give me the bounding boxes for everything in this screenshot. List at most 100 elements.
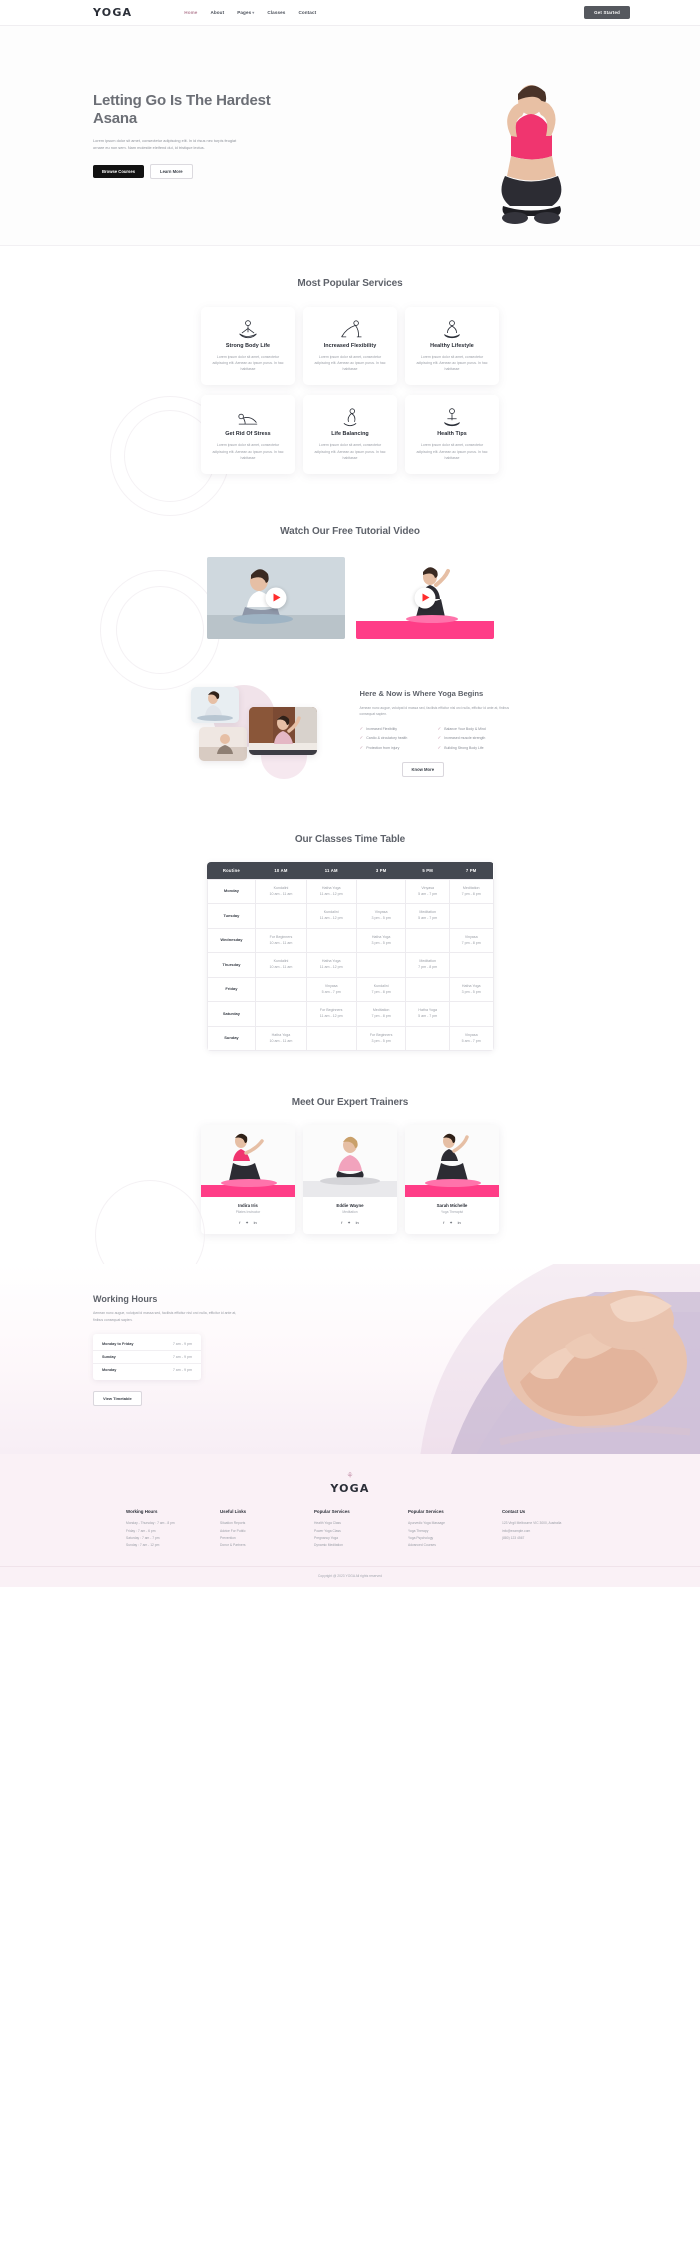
timetable-day: Monday xyxy=(206,878,257,905)
timetable-class-cell[interactable]: Meditation 7 pm - 8 pm xyxy=(405,952,450,978)
timetable-class-cell[interactable]: Kundalini 10 am - 11 am xyxy=(255,952,307,978)
timetable-day: Thursday xyxy=(206,952,257,978)
class-time: 5 am - 7 pm xyxy=(418,1014,438,1018)
service-title: Get Rid Of Stress xyxy=(225,431,271,438)
footer-link[interactable]: Yoga Psychology xyxy=(408,1535,480,1542)
timetable-class-cell[interactable]: For Beginners 3 pm - 5 pm xyxy=(355,1025,407,1052)
timetable-empty-cell xyxy=(448,903,494,929)
footer-link[interactable]: Sunday : 7 am - 12 pm xyxy=(126,1542,198,1549)
timetable-class-cell[interactable]: Vinyasa 5 am - 7 pm xyxy=(405,878,450,905)
hero-section: Letting Go Is The Hardest Asana Lorem ip… xyxy=(0,26,700,246)
footer-link[interactable]: Ayurvedic Yoga Massage xyxy=(408,1520,480,1527)
timetable-class-cell[interactable]: Meditation 5 am - 7 pm xyxy=(405,903,450,929)
get-started-button[interactable]: Get Started xyxy=(584,6,630,19)
footer-link[interactable]: (880) 123 4567 xyxy=(502,1535,574,1542)
col-5pm: 5 PM xyxy=(405,861,450,880)
twitter-icon[interactable]: ✦ xyxy=(449,1220,452,1225)
about-section: Here & Now is Where Yoga Begins Aenean n… xyxy=(0,661,700,812)
trainer-role: Yoga Therapist xyxy=(441,1210,463,1215)
footer-link[interactable]: Saturday : 7 am - 7 pm xyxy=(126,1535,198,1542)
footer-link[interactable]: Advice For Public xyxy=(220,1528,292,1535)
nav-item-classes[interactable]: Classes xyxy=(267,10,285,15)
benefit-item: ✓ Building Strong Body Life xyxy=(437,744,484,750)
class-time: 7 pm - 8 pm xyxy=(461,891,481,896)
facebook-icon[interactable]: f xyxy=(443,1220,444,1225)
trainer-card[interactable]: Eddie Wayne Meditation f ✦ in xyxy=(303,1125,397,1235)
timetable-class-cell[interactable]: For Beginners 10 am - 11 am xyxy=(255,927,307,954)
browse-courses-button[interactable]: Browse Courses xyxy=(93,165,145,179)
timetable-class-cell[interactable]: Hatha Yoga 3 pm - 5 pm xyxy=(448,976,494,1003)
service-card[interactable]: Increased Flexibility Lorem ipsum dolor … xyxy=(303,307,397,386)
footer-link[interactable]: Donor & Partners xyxy=(220,1542,292,1549)
service-card[interactable]: Healthy Lifestyle Lorem ipsum dolor sit … xyxy=(405,307,499,386)
timetable-class-cell[interactable]: Kundalini 7 pm - 8 pm xyxy=(355,976,407,1003)
nav-item-contact[interactable]: Contact xyxy=(298,10,316,15)
linkedin-icon[interactable]: in xyxy=(458,1220,461,1225)
footer-link[interactable]: Pregnancy Yoga xyxy=(314,1535,386,1542)
linkedin-icon[interactable]: in xyxy=(254,1220,257,1225)
timetable-class-cell[interactable]: Vinyasa 3 pm - 5 pm xyxy=(355,903,407,929)
twitter-icon[interactable]: ✦ xyxy=(245,1220,248,1225)
timetable-class-cell[interactable]: Hatha Yoga 11 am - 12 pm xyxy=(305,952,357,978)
timetable-class-cell[interactable]: Kundalini 10 am - 11 am xyxy=(255,878,307,905)
footer-link[interactable]: 123 Virgil Melbourne VIC 3000, Australia xyxy=(502,1520,574,1527)
trainer-card[interactable]: Sarah Michelle Yoga Therapist f ✦ in xyxy=(405,1125,499,1235)
site-logo[interactable]: YOGA xyxy=(93,6,132,19)
timetable-class-cell[interactable]: Hatha Yoga 10 am - 11 am xyxy=(255,1025,307,1052)
facebook-icon[interactable]: f xyxy=(239,1220,240,1225)
child-pose-icon xyxy=(210,407,286,429)
footer-link[interactable]: Prevention xyxy=(220,1535,292,1542)
chevron-down-icon: ▾ xyxy=(252,10,255,15)
footer-link[interactable]: Health Yoga Class xyxy=(314,1520,386,1527)
facebook-icon[interactable]: f xyxy=(341,1220,342,1225)
footer-logo[interactable]: YOGA xyxy=(0,1482,700,1495)
view-timetable-button[interactable]: View Timetable xyxy=(93,1390,142,1406)
footer-link[interactable]: Friday : 7 am - 6 pm xyxy=(126,1528,198,1535)
footer-column: Contact Us 123 Virgil Melbourne VIC 3000,… xyxy=(502,1509,574,1550)
footer-link[interactable]: Situation Reports xyxy=(220,1520,292,1527)
nav-item-home[interactable]: Home xyxy=(184,10,197,15)
play-icon[interactable] xyxy=(265,587,286,609)
tutorial-video-1[interactable] xyxy=(206,556,345,639)
timetable-class-cell[interactable]: Kundalini 11 am - 12 pm xyxy=(305,903,357,929)
class-time: 5 am - 7 pm xyxy=(461,1038,481,1043)
footer-link[interactable]: Dynamic Meditation xyxy=(314,1542,386,1549)
timetable-day: Friday xyxy=(206,976,257,1003)
footer-column-heading: Popular Services xyxy=(408,1509,444,1515)
working-hours-card: Monday to Friday 7 am - 9 pm Sunday 7 am… xyxy=(93,1333,201,1380)
timetable-class-cell[interactable]: Vinyasa 5 am - 7 pm xyxy=(448,1025,494,1052)
service-card[interactable]: Health Tips Lorem ipsum dolor sit amet, … xyxy=(405,395,499,474)
hours-row: Monday to Friday 7 am - 9 pm xyxy=(93,1338,201,1351)
class-time: 3 pm - 5 pm xyxy=(371,916,391,920)
trainer-role: Meditation xyxy=(342,1210,358,1215)
footer-link[interactable]: Advanced Courses xyxy=(408,1542,480,1549)
timetable-class-cell[interactable]: Hatha Yoga 5 am - 7 pm xyxy=(405,1001,450,1027)
service-card[interactable]: Get Rid Of Stress Lorem ipsum dolor sit … xyxy=(201,395,295,474)
twitter-icon[interactable]: ✦ xyxy=(347,1220,350,1225)
check-icon: ✓ xyxy=(437,735,442,741)
timetable-class-cell[interactable]: Vinyasa 5 am - 7 pm xyxy=(305,976,357,1003)
video-title: Watch Our Free Tutorial Video xyxy=(280,525,420,537)
timetable-class-cell[interactable]: Vinyasa 7 pm - 8 pm xyxy=(448,927,494,954)
trainer-card[interactable]: Indira Iris Pilates Instructor f ✦ in xyxy=(201,1125,295,1235)
footer-link[interactable]: Yoga Therapy xyxy=(408,1528,480,1535)
timetable-class-cell[interactable]: Hatha Yoga 3 pm - 5 pm xyxy=(355,927,407,954)
nav-item-pages[interactable]: Pages▾ xyxy=(237,10,254,15)
footer-link[interactable]: info@example.com xyxy=(502,1528,574,1535)
tutorial-video-2[interactable] xyxy=(355,556,494,639)
service-card[interactable]: Strong Body Life Lorem ipsum dolor sit a… xyxy=(201,307,295,386)
footer-link[interactable]: Monday - Thursday : 7 am - 8 pm xyxy=(126,1520,198,1527)
linkedin-icon[interactable]: in xyxy=(356,1220,359,1225)
timetable-header-row: Routine 10 AM 11 AM 3 PM 5 PM 7 PM xyxy=(207,861,493,880)
know-more-button[interactable]: Know More xyxy=(401,762,445,778)
play-icon[interactable] xyxy=(414,587,435,609)
timetable-class-cell[interactable]: Hatha Yoga 11 am - 12 pm xyxy=(305,878,357,905)
timetable-class-cell[interactable]: For Beginners 11 am - 12 pm xyxy=(305,1001,357,1027)
service-card[interactable]: Life Balancing Lorem ipsum dolor sit ame… xyxy=(303,395,397,474)
footer-link[interactable]: Power Yoga Class xyxy=(314,1528,386,1535)
timetable-class-cell[interactable]: Meditation 7 pm - 8 pm xyxy=(448,878,494,905)
nav-item-about[interactable]: About xyxy=(210,10,224,15)
timetable-class-cell[interactable]: Meditation 7 pm - 8 pm xyxy=(355,1001,407,1027)
footer-column-heading: Contact Us xyxy=(502,1509,526,1515)
learn-more-button[interactable]: Learn More xyxy=(150,164,193,180)
